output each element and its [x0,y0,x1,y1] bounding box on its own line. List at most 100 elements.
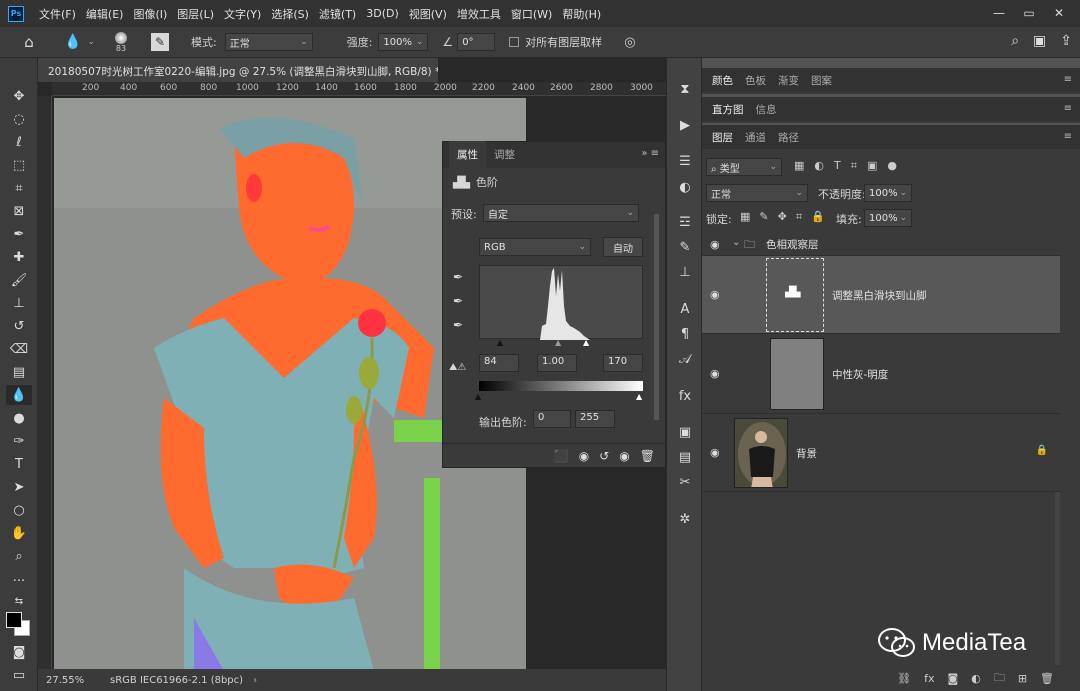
preset-select[interactable]: 自定 ⌄ [483,204,639,222]
view-previous-icon[interactable]: ◉ [579,449,589,463]
fx-panel-icon[interactable]: fx [672,385,698,407]
layer-neutral-gray[interactable]: ◉ 中性灰-明度 [702,334,1060,414]
marquee-tool-icon[interactable]: ◌ [6,109,32,129]
menu-plugins[interactable]: 增效工具 [452,6,506,22]
filter-adjustment-icon[interactable]: ◐ [814,159,824,173]
output-white-field[interactable]: 255 [575,410,615,428]
visibility-eye-icon[interactable]: ◉ [619,449,629,463]
history-brush-tool-icon[interactable]: ↺ [6,316,32,336]
dodge-tool-icon[interactable]: ● [6,408,32,428]
eyedropper-tool-icon[interactable]: ✒ [6,224,32,244]
chevron-right-icon[interactable]: › [253,675,257,686]
chevron-down-icon[interactable]: ⌄ [87,37,95,47]
gray-point-eyedropper-icon[interactable]: ✒ [453,294,463,308]
auto-button[interactable]: 自动 [603,237,643,257]
crop-tool-icon[interactable]: ⌗ [6,178,32,198]
white-point-eyedropper-icon[interactable]: ✒ [453,318,463,332]
character-panel-icon[interactable]: A [672,298,698,320]
eraser-tool-icon[interactable]: ⌫ [6,339,32,359]
fill-input[interactable]: 100% ⌄ [864,209,912,227]
zoom-level[interactable]: 27.55% [46,675,106,686]
horizontal-ruler[interactable]: 200 400 600 800 1000 1200 1400 1600 1800… [52,82,666,96]
history-panel-icon[interactable]: ⧗ [672,78,698,100]
vertical-ruler[interactable] [38,96,52,669]
filter-type-icon[interactable]: T [834,159,841,173]
black-point-eyedropper-icon[interactable]: ✒ [453,270,463,284]
styles-panel-icon[interactable]: ◐ [672,176,698,198]
object-select-tool-icon[interactable]: ⬚ [6,155,32,175]
tab-patterns[interactable]: 图案 [805,73,838,88]
lock-position-icon[interactable]: ✥ [778,210,787,224]
opacity-input[interactable]: 100% ⌄ [864,184,912,202]
layer-background[interactable]: ◉ 背景 🔒 [702,414,1060,492]
tab-swatches[interactable]: 色板 [739,73,772,88]
filter-shape-icon[interactable]: ⌗ [851,159,857,173]
type-tool-icon[interactable]: T [6,454,32,474]
screen-mode-icon[interactable]: ▭ [6,665,32,685]
ellipse-tool-icon[interactable]: ○ [6,500,32,520]
new-adjustment-icon[interactable]: ◐ [971,672,981,685]
zoom-tool-icon[interactable]: ⌕ [6,546,32,566]
input-black-field[interactable]: 84 [479,354,519,372]
brush-preset-picker[interactable]: 83 [111,31,131,53]
new-layer-icon[interactable]: ⊞ [1018,672,1027,685]
hand-tool-icon[interactable]: ✋ [6,523,32,543]
path-select-tool-icon[interactable]: ➤ [6,477,32,497]
lock-icon[interactable]: 🔒 [1036,445,1048,456]
white-input-slider[interactable]: ▲ [583,338,589,347]
lock-image-icon[interactable]: ✎ [759,210,768,224]
layer-filter-select[interactable]: ⌕ 类型 ⌄ [706,158,782,176]
strength-input[interactable]: 100% ⌄ [378,33,429,51]
panel-menu-icon[interactable]: ≡ [1064,74,1072,85]
pen-tool-icon[interactable]: ✑ [6,431,32,451]
maximize-icon[interactable]: ▭ [1016,4,1042,22]
search-icon[interactable]: ⌕ [1011,33,1019,49]
play-actions-icon[interactable]: ▶ [672,114,698,136]
lock-artboard-icon[interactable]: ⌗ [796,210,802,224]
delete-layer-icon[interactable]: 🗑 [1040,672,1054,685]
menu-layer[interactable]: 图层(L) [172,6,219,22]
swap-colors-icon[interactable]: ⇆ [6,591,32,611]
brush-tool-icon[interactable]: 🖌 [6,270,32,290]
tool-presets-panel-icon[interactable]: ✂ [672,471,698,493]
visibility-eye-icon[interactable]: ◉ [710,238,720,251]
black-input-slider[interactable]: ▲ [497,338,503,347]
menu-window[interactable]: 窗口(W) [506,6,557,22]
adjustment-mask-thumbnail[interactable]: ▟▙ [766,258,824,332]
clip-to-layer-icon[interactable]: ⬛ [554,449,569,463]
notes-panel-icon[interactable]: ▤ [672,446,698,468]
angle-input[interactable]: 0° [457,33,496,51]
frame-tool-icon[interactable]: ⊠ [6,201,32,221]
healing-brush-tool-icon[interactable]: ✚ [6,247,32,267]
clone-source-panel-icon[interactable]: ⊥ [672,261,698,283]
visibility-eye-icon[interactable]: ◉ [710,288,720,301]
output-black-field[interactable]: 0 [533,410,571,428]
menu-filter[interactable]: 滤镜(T) [314,6,361,22]
tab-channels[interactable]: 通道 [739,130,772,145]
menu-file[interactable]: 文件(F) [34,6,81,22]
menu-image[interactable]: 图像(I) [128,6,172,22]
quick-mask-icon[interactable]: ◙ [6,642,32,662]
tab-properties[interactable]: 属性 [449,141,486,168]
tab-info[interactable]: 信息 [750,102,783,117]
filter-toggle-icon[interactable]: ● [887,159,897,173]
chevron-down-icon[interactable]: ⌄ [732,237,740,248]
brush-settings-panel-icon[interactable]: ☲ [672,211,698,233]
link-layers-icon[interactable]: ⛓ [897,672,911,685]
close-icon[interactable]: ✕ [1046,4,1072,22]
panel-menu-icon[interactable]: ≡ [1064,131,1072,142]
foreground-color-swatch[interactable] [6,612,22,628]
lasso-tool-icon[interactable]: ℓ [6,132,32,152]
photoshop-logo[interactable]: Ps [8,5,24,22]
minimize-icon[interactable]: — [986,4,1012,22]
menu-view[interactable]: 视图(V) [404,6,452,22]
blur-tool-icon[interactable]: 💧 [6,385,32,405]
workspace-icon[interactable]: ▣ [1033,33,1046,49]
channel-select[interactable]: RGB ⌄ [479,238,591,256]
glyphs-panel-icon[interactable]: 𝒜 [672,348,698,370]
brushes-panel-icon[interactable]: ✎ [672,236,698,258]
clone-stamp-tool-icon[interactable]: ⊥ [6,293,32,313]
tab-paths[interactable]: 路径 [772,130,805,145]
blur-tool-icon[interactable]: 💧 [64,34,81,50]
tab-layers[interactable]: 图层 [706,130,739,145]
